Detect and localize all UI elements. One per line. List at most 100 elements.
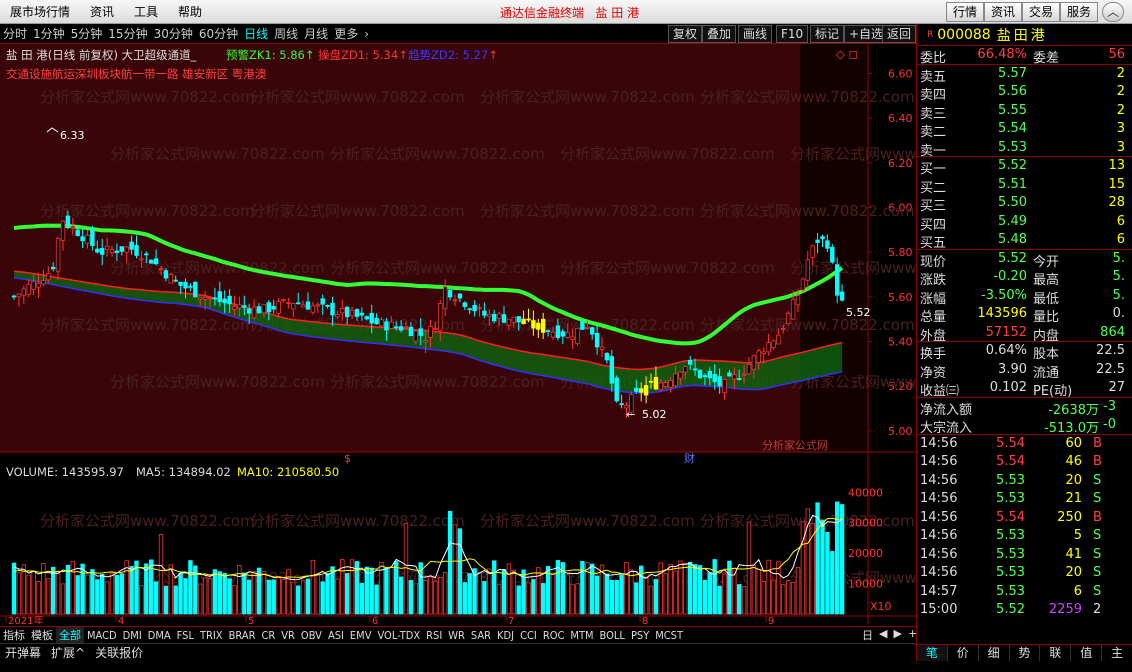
period-15min[interactable]: 15分钟 bbox=[105, 25, 150, 42]
stat-value: 5.52 bbox=[998, 250, 1027, 266]
period-monthly[interactable]: 月线 bbox=[301, 25, 331, 42]
volume-bar bbox=[217, 571, 222, 615]
indicator-tab-6[interactable]: FSL bbox=[174, 629, 197, 642]
tick-price: 5.54 bbox=[996, 435, 1025, 451]
period-daily[interactable]: 日线 bbox=[241, 25, 271, 42]
period-1min[interactable]: 1分钟 bbox=[30, 25, 68, 42]
indicator-tab-4[interactable]: DMI bbox=[120, 629, 145, 642]
candle-body bbox=[560, 331, 565, 337]
weicha-value: 56 bbox=[1108, 47, 1125, 62]
candle-body bbox=[242, 305, 247, 308]
indicator-tab-5[interactable]: DMA bbox=[145, 629, 174, 642]
indicator-tab-14[interactable]: VOL-TDX bbox=[374, 629, 423, 642]
candle-body bbox=[594, 332, 600, 348]
period-weekly[interactable]: 周线 bbox=[271, 25, 301, 42]
tick-flag: S bbox=[1093, 546, 1102, 562]
indicator-tab-11[interactable]: OBV bbox=[298, 629, 325, 642]
indicator-tab-8[interactable]: BRAR bbox=[226, 629, 259, 642]
watermark-text: 分析家公式网www.70822.com bbox=[250, 512, 465, 530]
tick-time: 14:56 bbox=[920, 454, 958, 469]
weibi-label: 委比 bbox=[920, 51, 947, 66]
volume-bar bbox=[134, 560, 139, 615]
ask-label: 卖五 bbox=[920, 69, 947, 85]
volume-bar bbox=[251, 571, 257, 615]
indicator-tab-20[interactable]: ROC bbox=[540, 629, 568, 642]
indicator-tab-13[interactable]: EMV bbox=[347, 629, 375, 642]
danmaku-toggle[interactable]: 开弹幕 bbox=[0, 644, 46, 661]
bid-volume: 6 bbox=[1116, 213, 1125, 229]
flow-row-1: 大宗流入 -513.0万 -0 bbox=[917, 416, 1132, 436]
volume-bar bbox=[315, 574, 320, 615]
trade-button[interactable]: 交易 bbox=[1022, 2, 1061, 22]
bid-price: 5.51 bbox=[998, 176, 1027, 192]
adjust-button[interactable]: 复权 bbox=[668, 25, 703, 43]
indicator-tab-0[interactable]: 指标 bbox=[0, 627, 28, 643]
chevron-right-icon[interactable]: › bbox=[361, 27, 372, 41]
tick-volume: 250 bbox=[1057, 509, 1082, 525]
candle-body bbox=[531, 320, 536, 329]
news-button[interactable]: 资讯 bbox=[984, 2, 1023, 22]
quotes-button[interactable]: 行情 bbox=[946, 2, 985, 22]
chart-options-icon[interactable]: ◇ ◻ bbox=[836, 47, 858, 61]
kline-svg[interactable]: 6.606.406.206.005.805.605.405.205.00分析家公… bbox=[0, 44, 916, 624]
indicator-tab-7[interactable]: TRIX bbox=[197, 629, 226, 642]
period-60min[interactable]: 60分钟 bbox=[196, 25, 241, 42]
candle-body bbox=[678, 371, 683, 379]
back-button[interactable]: 返回 bbox=[882, 25, 916, 43]
indicator-tab-24[interactable]: MCST bbox=[652, 629, 686, 642]
volume-bar bbox=[663, 573, 668, 615]
candle-body bbox=[232, 306, 237, 310]
menu-help[interactable]: 帮助 bbox=[168, 3, 212, 20]
quote-tab-4[interactable]: 联 bbox=[1040, 645, 1072, 661]
volume-bar bbox=[232, 584, 237, 615]
watermark-text: 分析家公式网www.70822.com bbox=[330, 145, 545, 163]
volume-bar bbox=[482, 581, 487, 615]
mark-button[interactable]: 标记 bbox=[810, 25, 845, 43]
volume-bar bbox=[452, 524, 458, 615]
period-more[interactable]: 更多 bbox=[331, 25, 361, 42]
stat-value: 5. bbox=[1112, 250, 1125, 266]
indicator-tab-23[interactable]: PSY bbox=[628, 629, 652, 642]
watermark-small: 分析家公式网 bbox=[762, 438, 828, 452]
indicator-tab-22[interactable]: BOLL bbox=[597, 629, 628, 642]
f10-button[interactable]: F10 bbox=[776, 25, 809, 43]
period-tick[interactable]: 分时 bbox=[0, 25, 30, 42]
period-5min[interactable]: 5分钟 bbox=[68, 25, 106, 42]
indicator-tab-15[interactable]: RSI bbox=[423, 629, 445, 642]
candle-body bbox=[673, 373, 678, 387]
indicator-tab-16[interactable]: WR bbox=[445, 629, 468, 642]
quote-tab-6[interactable]: 主 bbox=[1102, 645, 1132, 661]
draw-button[interactable]: 画线 bbox=[738, 25, 773, 43]
candle-body bbox=[389, 321, 394, 329]
candle-body bbox=[237, 304, 242, 309]
quote-tab-3[interactable]: 势 bbox=[1010, 645, 1041, 661]
expand-toggle[interactable]: 扩展^ bbox=[46, 644, 90, 661]
indicator-tab-19[interactable]: CCI bbox=[517, 629, 540, 642]
menu-tools[interactable]: 工具 bbox=[124, 3, 168, 20]
kline-chart-area[interactable]: 6.60 6.40 6.20 6.00 5.80 5.60 5.40 5.20 5.00 分析家公… bbox=[0, 44, 916, 624]
menu-market[interactable]: 展市场行情 bbox=[0, 3, 80, 20]
indicator-tab-17[interactable]: SAR bbox=[468, 629, 494, 642]
tick-row: 14:56 5.53 20 S bbox=[917, 564, 1132, 583]
service-button[interactable]: 服务 bbox=[1060, 2, 1099, 22]
indicator-tab-2[interactable]: 全部 bbox=[56, 627, 84, 643]
period-30min[interactable]: 30分钟 bbox=[151, 25, 196, 42]
stat2-value: 3.90 bbox=[998, 361, 1027, 377]
minimize-icon[interactable]: ︿ bbox=[1102, 2, 1124, 22]
indicator-tab-9[interactable]: CR bbox=[258, 629, 278, 642]
volume-bar bbox=[374, 584, 379, 615]
candle-body bbox=[658, 382, 663, 391]
quote-tab-0[interactable]: 笔 bbox=[917, 645, 948, 661]
indicator-tab-3[interactable]: MACD bbox=[84, 629, 120, 642]
indicator-tab-21[interactable]: MTM bbox=[567, 629, 596, 642]
menu-news[interactable]: 资讯 bbox=[80, 3, 124, 20]
indicator-tab-10[interactable]: VR bbox=[278, 629, 298, 642]
indicator-tab-12[interactable]: ASI bbox=[325, 629, 347, 642]
indicator-tab-18[interactable]: KDJ bbox=[494, 629, 517, 642]
related-quotes-toggle[interactable]: 关联报价 bbox=[90, 644, 148, 661]
quote-tab-2[interactable]: 细 bbox=[979, 645, 1010, 661]
quote-tab-5[interactable]: 值 bbox=[1071, 645, 1103, 661]
quote-tab-1[interactable]: 价 bbox=[948, 645, 979, 661]
overlay-button[interactable]: 叠加 bbox=[702, 25, 737, 43]
indicator-tab-1[interactable]: 模板 bbox=[28, 627, 56, 643]
